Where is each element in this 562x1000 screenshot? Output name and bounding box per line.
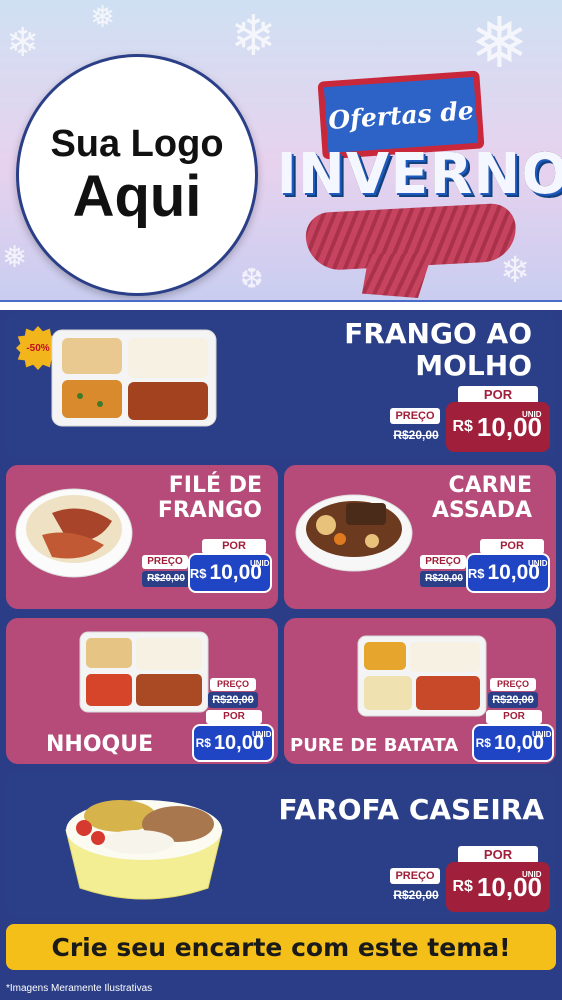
price-tag: PREÇO R$20,00 POR R$ 10,00 UNID: [190, 678, 276, 762]
offer-title: FILÉ DE FRANGO: [158, 473, 262, 524]
unit-label: UNID: [250, 559, 270, 568]
dish-image-tray: [51, 329, 217, 427]
offer-card-file-de-frango: FILÉ DE FRANGO PREÇO R$20,00 POR R$ 10,0…: [6, 465, 278, 609]
offer-card-pure-de-batata: PURE DE BATATA PREÇO R$20,00 POR R$ 10,0…: [284, 618, 556, 764]
offer-card-nhoque: NHOQUE PREÇO R$20,00 POR R$ 10,00 UNID: [6, 618, 278, 764]
offer-title-line-1: FRANGO AO: [344, 317, 532, 350]
old-price: R$20,00: [420, 571, 468, 587]
header-divider: [0, 300, 562, 310]
winter-word: INVERNO: [276, 142, 562, 207]
price-tag: PREÇO R$20,00 POR R$ 10,00 UNID: [384, 382, 554, 456]
offer-title-line-2: ASSADA: [431, 498, 532, 524]
unit-label: UNID: [252, 730, 272, 739]
price-tag: PREÇO R$20,00 POR R$ 10,00 UNID: [418, 537, 554, 601]
offer-title: PURE DE BATATA: [290, 735, 459, 756]
currency: R$: [467, 565, 485, 581]
dish-image-bowl: [295, 494, 413, 572]
price-tag: PREÇO R$20,00 POR R$ 10,00 UNID: [140, 537, 276, 601]
offers-sign-text: Ofertas de: [327, 95, 475, 135]
preco-label: PREÇO: [142, 555, 188, 569]
preco-label: PREÇO: [210, 678, 256, 691]
offer-title: CARNE ASSADA: [432, 473, 532, 524]
preco-label: PREÇO: [390, 408, 440, 424]
offer-title-line-2: FRANGO: [157, 498, 262, 524]
offer-title-line-1: CARNE: [448, 473, 532, 498]
currency: R$: [189, 565, 207, 581]
price-tag: PREÇO R$20,00 POR R$ 10,00 UNID: [384, 844, 554, 918]
currency: R$: [475, 736, 491, 750]
offer-title-line-2: MOLHO: [415, 349, 532, 383]
old-price: R$20,00: [142, 571, 190, 587]
unit-label: UNID: [528, 559, 548, 568]
currency: R$: [452, 878, 473, 895]
offer-card-farofa-caseira: FAROFA CASEIRA PREÇO R$20,00 POR R$ 10,0…: [6, 772, 556, 918]
preco-label: PREÇO: [420, 555, 466, 569]
scarf-tail-graphic: [362, 254, 432, 298]
offer-title-line-1: FILÉ DE: [168, 473, 262, 498]
por-label: POR: [206, 710, 262, 724]
dish-image-bowl: [65, 800, 223, 900]
snowflake-icon: ❅: [2, 240, 28, 275]
old-price: R$20,00: [388, 886, 444, 904]
currency: R$: [195, 736, 211, 750]
por-label: POR: [480, 539, 544, 554]
old-price: R$20,00: [388, 426, 444, 444]
snowflake-icon: ❄: [230, 4, 277, 69]
currency: R$: [452, 418, 473, 435]
old-price: R$20,00: [488, 692, 538, 708]
offer-card-frango-ao-molho: -50% FRANGO AO MOLHO PREÇO R$20,00 POR R…: [6, 312, 556, 458]
logo-line-2: Aqui: [72, 164, 202, 229]
por-label: POR: [202, 539, 266, 554]
old-price: R$20,00: [208, 692, 258, 708]
logo-placeholder: Sua Logo Aqui: [16, 54, 258, 296]
price-tag: PREÇO R$20,00 POR R$ 10,00 UNID: [470, 678, 556, 762]
por-label: POR: [486, 710, 542, 724]
cta-banner[interactable]: Crie seu encarte com este tema!: [6, 924, 556, 970]
dish-image-tray: [357, 635, 487, 717]
preco-label: PREÇO: [490, 678, 536, 691]
dish-image-bowl: [15, 488, 133, 578]
disclaimer-note: *Imagens Meramente Ilustrativas: [6, 983, 153, 994]
unit-label: UNID: [522, 410, 542, 419]
snowflake-icon: ❄: [6, 20, 40, 66]
header-banner: ❄ ❅ ❄ ❅ ❄ ❆ ❅ Sua Logo Aqui Ofertas de I…: [0, 0, 562, 300]
offer-title: FAROFA CASEIRA: [278, 793, 544, 826]
logo-line-1: Sua Logo: [50, 123, 224, 165]
preco-label: PREÇO: [390, 868, 440, 884]
winter-offers-title: Ofertas de INVERNO: [276, 58, 562, 298]
snowflake-icon: ❆: [240, 262, 264, 295]
offer-title: FRANGO AO MOLHO: [344, 317, 532, 383]
unit-label: UNID: [522, 870, 542, 879]
unit-label: UNID: [532, 730, 552, 739]
offer-card-carne-assada: CARNE ASSADA PREÇO R$20,00 POR R$ 10,00 …: [284, 465, 556, 609]
snowflake-icon: ❅: [90, 0, 116, 35]
offer-title: NHOQUE: [46, 732, 154, 757]
